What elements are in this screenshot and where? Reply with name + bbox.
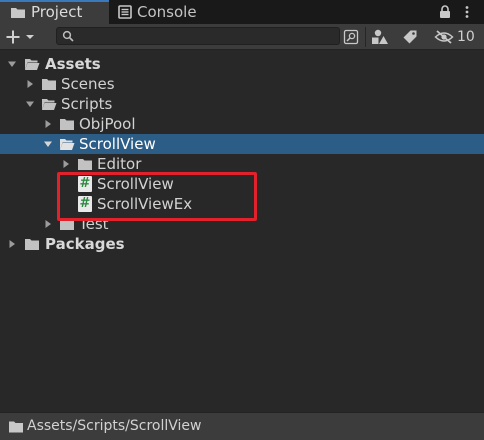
create-button[interactable] <box>5 27 41 47</box>
tree-item-scenes[interactable]: Scenes <box>0 74 484 94</box>
tab-bar: Project Console <box>0 0 484 24</box>
tree-item-label: ScrollViewEx <box>97 195 193 213</box>
chevron-right-icon[interactable] <box>61 159 71 169</box>
csharp-script-icon: # <box>78 176 92 192</box>
tree-item-scrollview-folder[interactable]: ScrollView <box>0 134 484 154</box>
folder-icon <box>60 219 74 230</box>
filter-by-type-button[interactable] <box>368 27 392 47</box>
tree-item-scripts[interactable]: Scripts <box>0 94 484 114</box>
tree-item-editor[interactable]: Editor <box>0 154 484 174</box>
chevron-right-icon[interactable] <box>43 219 53 229</box>
tree-item-objpool[interactable]: ObjPool <box>0 114 484 134</box>
tree-item-label: ScrollView <box>97 175 174 193</box>
folder-icon <box>25 239 39 250</box>
folder-icon <box>78 159 92 170</box>
tree-item-label: ObjPool <box>79 115 136 133</box>
tree-item-label: Test <box>79 215 109 233</box>
tag-icon <box>403 30 417 44</box>
lock-icon[interactable] <box>439 5 451 19</box>
tab-project[interactable]: Project <box>0 0 109 24</box>
hidden-packages-toggle[interactable]: 10 <box>434 27 480 47</box>
more-options-icon[interactable] <box>464 5 470 19</box>
chevron-right-icon[interactable] <box>25 79 35 89</box>
toolbar-separator <box>365 27 366 47</box>
tree-item-scrollview-script[interactable]: # ScrollView <box>0 174 484 194</box>
tab-console[interactable]: Console <box>113 0 223 24</box>
status-bar: Assets/Scripts/ScrollView <box>0 412 484 440</box>
chevron-right-icon[interactable] <box>43 119 53 129</box>
project-window: Project Console 10 Assets Scenes Scripts… <box>0 0 484 440</box>
shapes-icon <box>372 29 388 44</box>
search-input[interactable] <box>77 28 317 44</box>
tree-item-packages[interactable]: Packages <box>0 234 484 254</box>
tree-item-label: Assets <box>45 55 101 73</box>
chevron-down-icon[interactable] <box>25 99 35 109</box>
search-icon <box>62 30 74 42</box>
tree-item-scrollviewex-script[interactable]: # ScrollViewEx <box>0 194 484 214</box>
search-by-scene-button[interactable] <box>342 27 360 47</box>
chevron-right-icon[interactable] <box>7 239 17 249</box>
chevron-down-icon[interactable] <box>7 59 17 69</box>
tab-console-label: Console <box>137 3 197 21</box>
tree-item-label: Editor <box>97 155 142 173</box>
project-tree[interactable]: Assets Scenes Scripts ObjPool ScrollView… <box>0 51 484 411</box>
tree-item-assets[interactable]: Assets <box>0 54 484 74</box>
folder-icon <box>60 119 74 130</box>
tree-item-label: Packages <box>45 235 125 253</box>
search-field[interactable] <box>56 27 340 45</box>
chevron-down-icon[interactable] <box>43 139 53 149</box>
filter-by-label-button[interactable] <box>398 27 422 47</box>
plus-icon <box>6 30 20 44</box>
project-toolbar: 10 <box>0 24 484 50</box>
folder-icon <box>11 7 25 18</box>
tree-item-label: Scripts <box>61 95 113 113</box>
selected-path: Assets/Scripts/ScrollView <box>27 418 202 434</box>
folder-open-icon <box>42 99 57 110</box>
folder-icon <box>42 79 56 90</box>
folder-open-icon <box>60 139 75 150</box>
tab-project-label: Project <box>31 3 83 21</box>
tree-item-label: Scenes <box>61 75 115 93</box>
csharp-script-icon: # <box>78 196 92 212</box>
scene-search-icon <box>343 29 359 45</box>
eye-slash-icon <box>434 30 454 44</box>
tree-item-test[interactable]: Test <box>0 214 484 234</box>
script-icon-glyph: # <box>79 176 91 191</box>
console-icon <box>118 5 132 19</box>
folder-open-icon <box>25 59 40 70</box>
script-icon-glyph: # <box>79 196 91 211</box>
tree-item-label: ScrollView <box>79 135 156 153</box>
hidden-packages-count: 10 <box>457 29 475 45</box>
caret-down-icon <box>26 35 34 39</box>
folder-icon <box>9 421 23 433</box>
